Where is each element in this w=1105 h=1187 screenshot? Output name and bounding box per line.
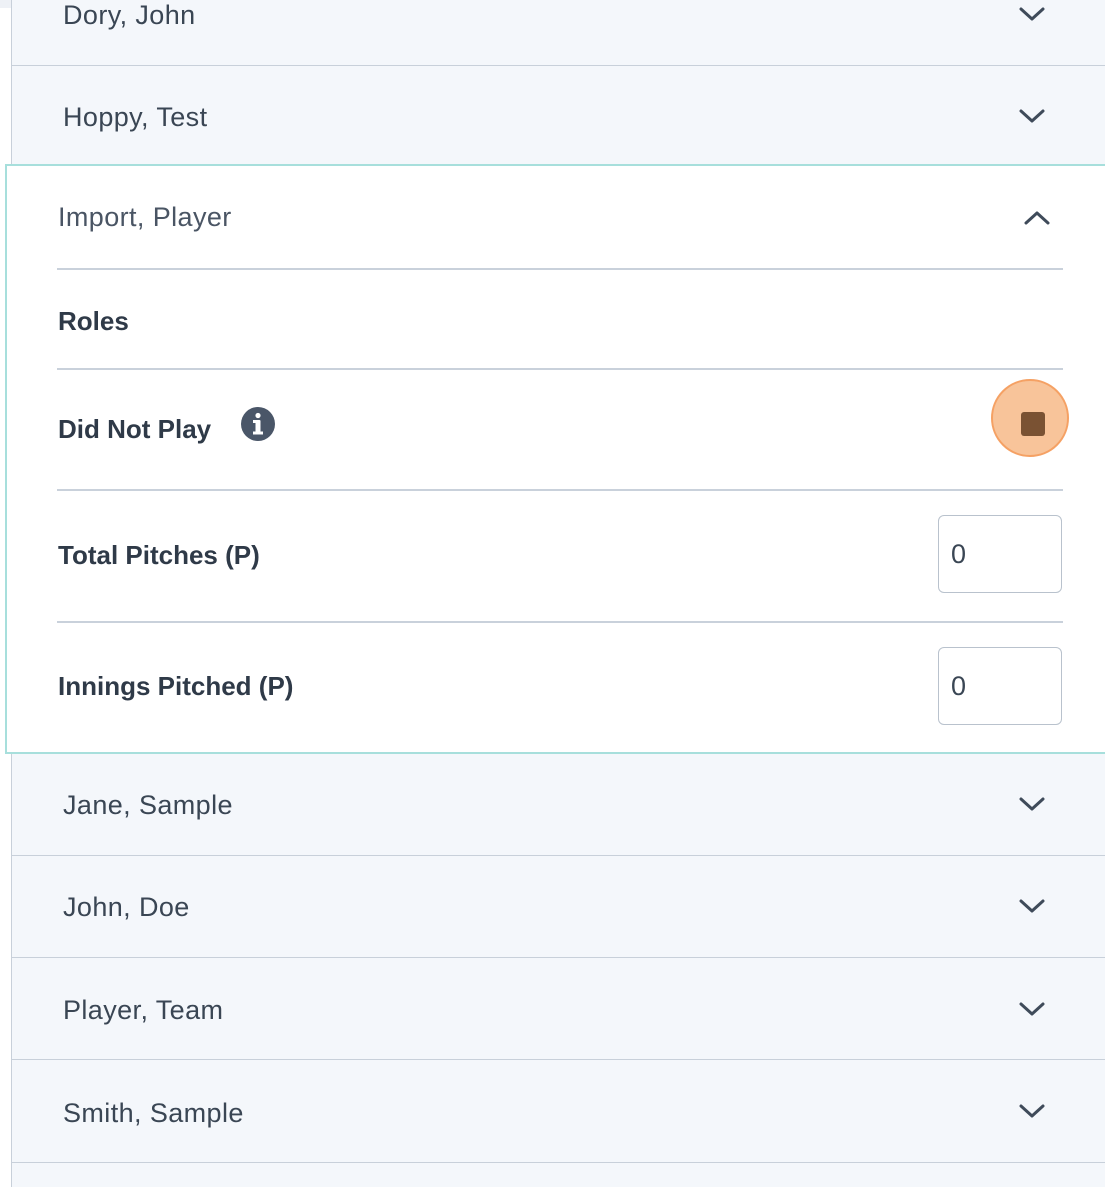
did-not-play-checkbox[interactable]	[991, 379, 1069, 457]
chevron-up-icon	[1024, 211, 1050, 225]
player-row-jane-sample[interactable]: Jane, Sample	[11, 754, 1105, 856]
chevron-down-icon	[1019, 797, 1045, 811]
player-row-player-team[interactable]: Player, Team	[11, 958, 1105, 1060]
did-not-play-label: Did Not Play	[58, 414, 212, 444]
player-name: Hoppy, Test	[63, 102, 208, 132]
checkbox-checked-indicator	[1021, 412, 1045, 436]
player-name: John, Doe	[63, 892, 190, 922]
player-name: Jane, Sample	[63, 790, 233, 820]
chevron-down-icon	[1019, 1104, 1045, 1118]
player-row-dory-john[interactable]: Dory, John	[11, 0, 1105, 66]
divider	[57, 489, 1063, 491]
player-name: Player, Team	[63, 995, 224, 1025]
player-row-john-doe[interactable]: John, Doe	[11, 856, 1105, 958]
expanded-player-panel: Import, Player Roles Did Not Play Total …	[5, 164, 1105, 754]
chevron-down-icon	[1019, 7, 1045, 21]
divider	[57, 621, 1063, 623]
chevron-down-icon	[1019, 1002, 1045, 1016]
divider	[57, 368, 1063, 370]
chevron-down-icon	[1019, 899, 1045, 913]
player-name: Smith, Sample	[63, 1098, 244, 1128]
player-row-hoppy-test[interactable]: Hoppy, Test	[11, 66, 1105, 168]
total-pitches-label: Total Pitches (P)	[58, 540, 260, 570]
roles-heading: Roles	[58, 306, 129, 336]
player-name: Dory, John	[63, 0, 196, 30]
player-row-smith-sample[interactable]: Smith, Sample	[11, 1061, 1105, 1163]
player-name: Import, Player	[58, 202, 232, 232]
innings-pitched-input[interactable]	[938, 647, 1062, 725]
total-pitches-input[interactable]	[938, 515, 1062, 593]
player-row-import-player[interactable]: Import, Player	[7, 166, 1105, 270]
innings-pitched-label: Innings Pitched (P)	[58, 671, 294, 701]
chevron-down-icon	[1019, 109, 1045, 123]
divider	[57, 268, 1063, 270]
info-icon[interactable]	[240, 406, 276, 442]
